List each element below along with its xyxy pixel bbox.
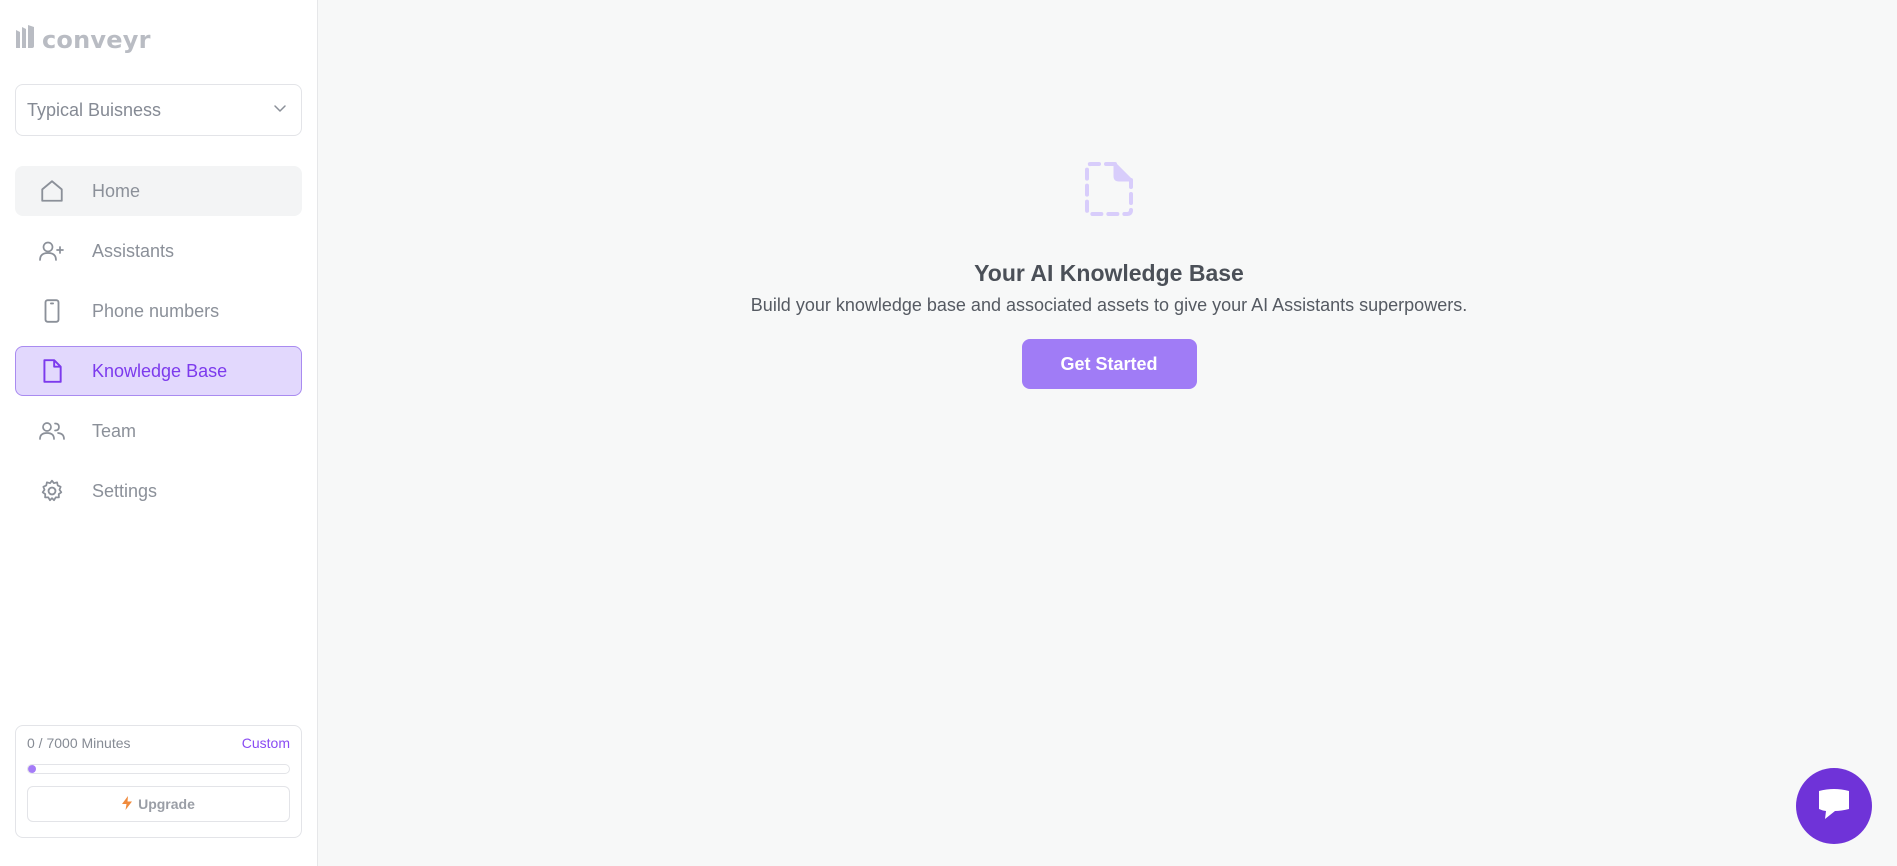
sidebar-nav: Home Assistants Phone numbers Knowledge … — [15, 166, 302, 526]
sidebar-item-settings[interactable]: Settings — [15, 466, 302, 516]
empty-state-title: Your AI Knowledge Base — [974, 260, 1244, 286]
plan-link[interactable]: Custom — [242, 735, 290, 751]
home-icon — [38, 177, 66, 205]
lightning-icon — [122, 795, 133, 813]
main-content: Your AI Knowledge Base Build your knowle… — [318, 0, 1897, 866]
sidebar-item-phone-numbers[interactable]: Phone numbers — [15, 286, 302, 336]
empty-state: Your AI Knowledge Base Build your knowle… — [318, 160, 1897, 389]
sidebar: conveyr Typical Buisness Home Assistants… — [0, 0, 318, 866]
document-dashed-icon — [1083, 160, 1135, 218]
chat-launcher-button[interactable] — [1796, 768, 1872, 844]
usage-progress-bar — [27, 764, 290, 774]
sidebar-item-label: Settings — [92, 480, 158, 501]
logo[interactable]: conveyr — [14, 24, 151, 55]
empty-state-description: Build your knowledge base and associated… — [750, 295, 1468, 315]
usage-minutes: 0 / 7000 Minutes — [27, 735, 131, 751]
sidebar-item-label: Team — [92, 420, 137, 441]
chat-bubble-icon — [1815, 787, 1853, 826]
logo-text: conveyr — [42, 25, 151, 54]
sidebar-item-team[interactable]: Team — [15, 406, 302, 456]
upgrade-button[interactable]: Upgrade — [27, 786, 290, 822]
sidebar-item-knowledge-base[interactable]: Knowledge Base — [15, 346, 302, 396]
usage-card: 0 / 7000 Minutes Custom Upgrade — [15, 725, 302, 838]
phone-icon — [38, 297, 66, 325]
upgrade-label: Upgrade — [138, 796, 195, 812]
gear-icon — [38, 477, 66, 505]
sidebar-item-assistants[interactable]: Assistants — [15, 226, 302, 276]
sidebar-item-label: Phone numbers — [92, 300, 220, 321]
logo-icon — [14, 24, 38, 55]
chevron-down-icon — [273, 101, 287, 120]
sidebar-item-label: Knowledge Base — [92, 360, 228, 381]
sidebar-item-label: Assistants — [92, 240, 175, 261]
users-icon — [38, 417, 66, 445]
usage-progress-fill — [28, 765, 36, 773]
document-icon — [38, 357, 66, 385]
sidebar-item-label: Home — [92, 180, 141, 201]
user-plus-icon — [38, 237, 66, 265]
get-started-button[interactable]: Get Started — [1021, 339, 1197, 389]
sidebar-item-home[interactable]: Home — [15, 166, 302, 216]
workspace-label: Typical Buisness — [27, 99, 162, 120]
workspace-select[interactable]: Typical Buisness — [15, 84, 302, 136]
